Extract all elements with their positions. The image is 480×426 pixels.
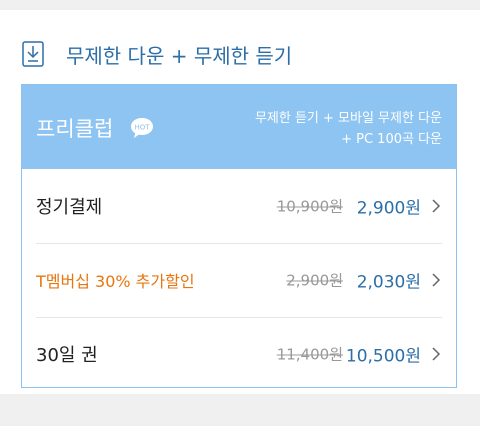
option-label: 30일 권 <box>36 345 98 366</box>
plan-header: 프리클럽 HOT 무제한 듣기 + 모바일 무제한 다운 + PC 100곡 다… <box>22 85 456 169</box>
section-header: 무제한 다운 + 무제한 듣기 <box>22 34 462 74</box>
plan-description: 무제한 듣기 + 모바일 무제한 다운 + PC 100곡 다운 <box>255 108 442 150</box>
plan-desc-line-1: 무제한 듣기 + 모바일 무제한 다운 <box>254 111 442 126</box>
option-price: 10,500원 <box>345 346 421 367</box>
option-original-price: 2,900원 <box>286 271 343 290</box>
option-label: 정기결제 <box>36 197 103 218</box>
hot-badge-icon: HOT <box>131 118 153 138</box>
option-price: 2,900원 <box>356 198 421 219</box>
hot-badge-label: HOT <box>134 124 150 132</box>
option-original-price: 10,900원 <box>276 197 343 216</box>
plan-box: 프리클럽 HOT 무제한 듣기 + 모바일 무제한 다운 + PC 100곡 다… <box>21 84 457 388</box>
chevron-right-icon <box>432 347 441 361</box>
section-title: 무제한 다운 + 무제한 듣기 <box>66 43 293 68</box>
download-icon <box>22 41 44 67</box>
subscription-card: 무제한 다운 + 무제한 듣기 프리클럽 HOT 무제한 듣기 + 모바일 무제… <box>0 10 480 394</box>
plan-name: 프리클럽 <box>36 117 114 141</box>
chevron-right-icon <box>432 273 441 287</box>
option-row-30days[interactable]: 30일 권 11,400원 10,500원 <box>22 317 455 391</box>
option-label: T멤버십 30% 추가할인 <box>36 272 195 291</box>
option-price: 2,030원 <box>356 272 421 293</box>
plan-desc-line-2: + PC 100곡 다운 <box>341 132 442 147</box>
option-original-price: 11,400원 <box>276 345 343 364</box>
option-row-tmembership[interactable]: T멤버십 30% 추가할인 2,900원 2,030원 <box>22 243 455 317</box>
chevron-right-icon <box>432 199 441 213</box>
option-row-monthly[interactable]: 정기결제 10,900원 2,900원 <box>22 169 455 243</box>
